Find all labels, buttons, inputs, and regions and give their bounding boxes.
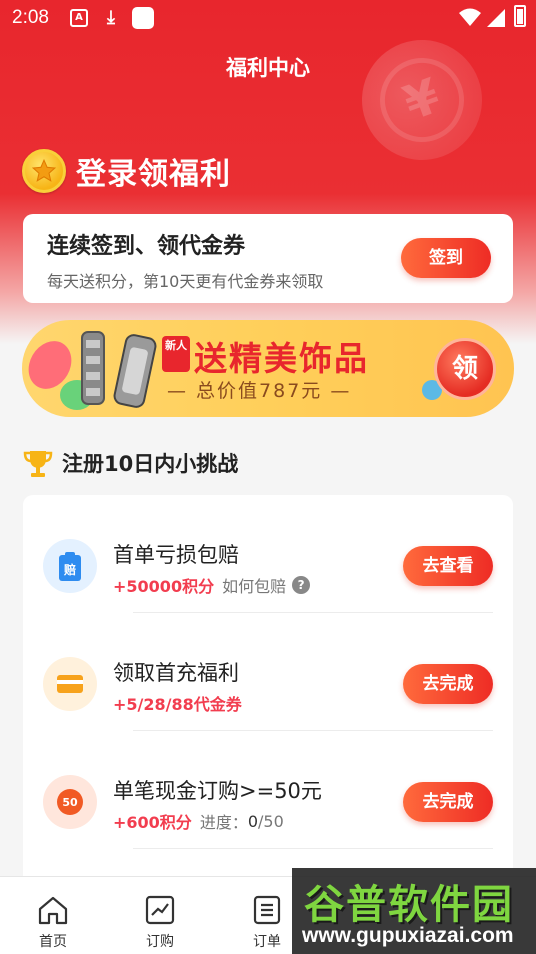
watermark-url: www.gupuxiazai.com — [302, 924, 514, 947]
task-row: 领取首充福利 +5/28/88代金券 去完成 — [43, 613, 493, 731]
how-to-compensate-link[interactable]: 如何包赔 — [222, 573, 286, 597]
site-watermark: 谷普软件园 www.gupuxiazai.com — [292, 868, 536, 954]
help-question-icon[interactable]: ? — [292, 576, 311, 594]
divider — [133, 848, 493, 849]
complete-button[interactable]: 去完成 — [403, 664, 493, 704]
progress-value: 0 — [247, 811, 259, 831]
banner-sub-text: — 总价值787元 — — [167, 380, 352, 402]
challenge-heading: 注册10日内小挑战 — [22, 446, 238, 480]
app-notification-icon: A — [70, 9, 88, 27]
trend-chart-icon — [145, 895, 175, 925]
task-reward: +600积分 — [113, 813, 192, 832]
compensation-clipboard-icon: 赔 — [43, 539, 97, 593]
signal-icon — [487, 9, 505, 27]
wallet-card-icon — [43, 657, 97, 711]
task-subtitle: +5/28/88代金券 — [113, 691, 242, 715]
challenge-title: 注册10日内小挑战 — [62, 452, 239, 476]
task-reward: +50000积分 — [113, 577, 215, 596]
signin-card: 连续签到、领代金券 每天送积分，第10天更有代金券来领取 签到 — [23, 214, 513, 303]
download-icon: ⤓ — [107, 7, 115, 28]
claim-button[interactable]: 领 — [434, 338, 496, 400]
task-icon-text: 赔 — [63, 562, 76, 577]
page-title: 福利中心 — [226, 56, 310, 80]
tab-label: 订购 — [146, 934, 174, 950]
task-icon-text: 50 — [62, 796, 78, 809]
new-user-badge: 新人 — [162, 336, 190, 372]
view-button[interactable]: 去查看 — [403, 546, 493, 586]
status-time: 2:08 — [12, 7, 49, 28]
task-subtitle: +600积分 进度： 0 /50 — [113, 809, 284, 833]
challenge-task-card: 赔 首单亏损包赔 +50000积分 如何包赔 ? 去查看 领取首充福利 +5/2… — [23, 495, 513, 895]
app-square-icon — [132, 7, 154, 29]
signin-subtitle: 每天送积分，第10天更有代金券来领取 — [47, 272, 324, 291]
task-title: 单笔现金订购>=50元 — [113, 779, 322, 803]
task-subtitle: +50000积分 如何包赔 ? — [113, 573, 311, 597]
order-list-icon — [253, 895, 281, 925]
gold-coin-star-icon — [22, 149, 66, 193]
progress-label: 进度： — [199, 813, 248, 832]
task-reward: +5/28/88代金券 — [113, 695, 242, 714]
newcomer-gift-banner[interactable]: 新人 送精美饰品 — 总价值787元 — 领 — [22, 320, 514, 417]
signin-button[interactable]: 签到 — [401, 238, 491, 278]
task-title: 首单亏损包赔 — [113, 543, 239, 567]
wifi-icon — [459, 8, 481, 26]
task-title: 领取首充福利 — [113, 661, 239, 685]
jewelry-icon — [81, 331, 157, 408]
task-row: 赔 首单亏损包赔 +50000积分 如何包赔 ? 去查看 — [43, 495, 493, 613]
fifty-coin-icon: 50 — [43, 775, 97, 829]
progress-total: /50 — [258, 811, 284, 831]
complete-button[interactable]: 去完成 — [403, 782, 493, 822]
trophy-icon — [23, 451, 53, 477]
welfare-heading: 登录领福利 — [22, 148, 231, 194]
tab-home[interactable]: 首页 — [8, 877, 98, 954]
home-icon — [38, 896, 68, 925]
banner-main-text: 送精美饰品 — [194, 339, 369, 378]
welfare-title: 登录领福利 — [76, 157, 231, 192]
battery-icon — [514, 5, 526, 27]
signin-title: 连续签到、领代金券 — [47, 234, 246, 259]
tab-label: 首页 — [39, 934, 67, 950]
task-row: 50 单笔现金订购>=50元 +600积分 进度： 0 /50 去完成 — [43, 731, 493, 849]
watermark-title: 谷普软件园 — [304, 882, 514, 928]
status-bar: 2:08 A ⤓ — [0, 0, 536, 36]
tab-order-purchase[interactable]: 订购 — [115, 877, 205, 954]
